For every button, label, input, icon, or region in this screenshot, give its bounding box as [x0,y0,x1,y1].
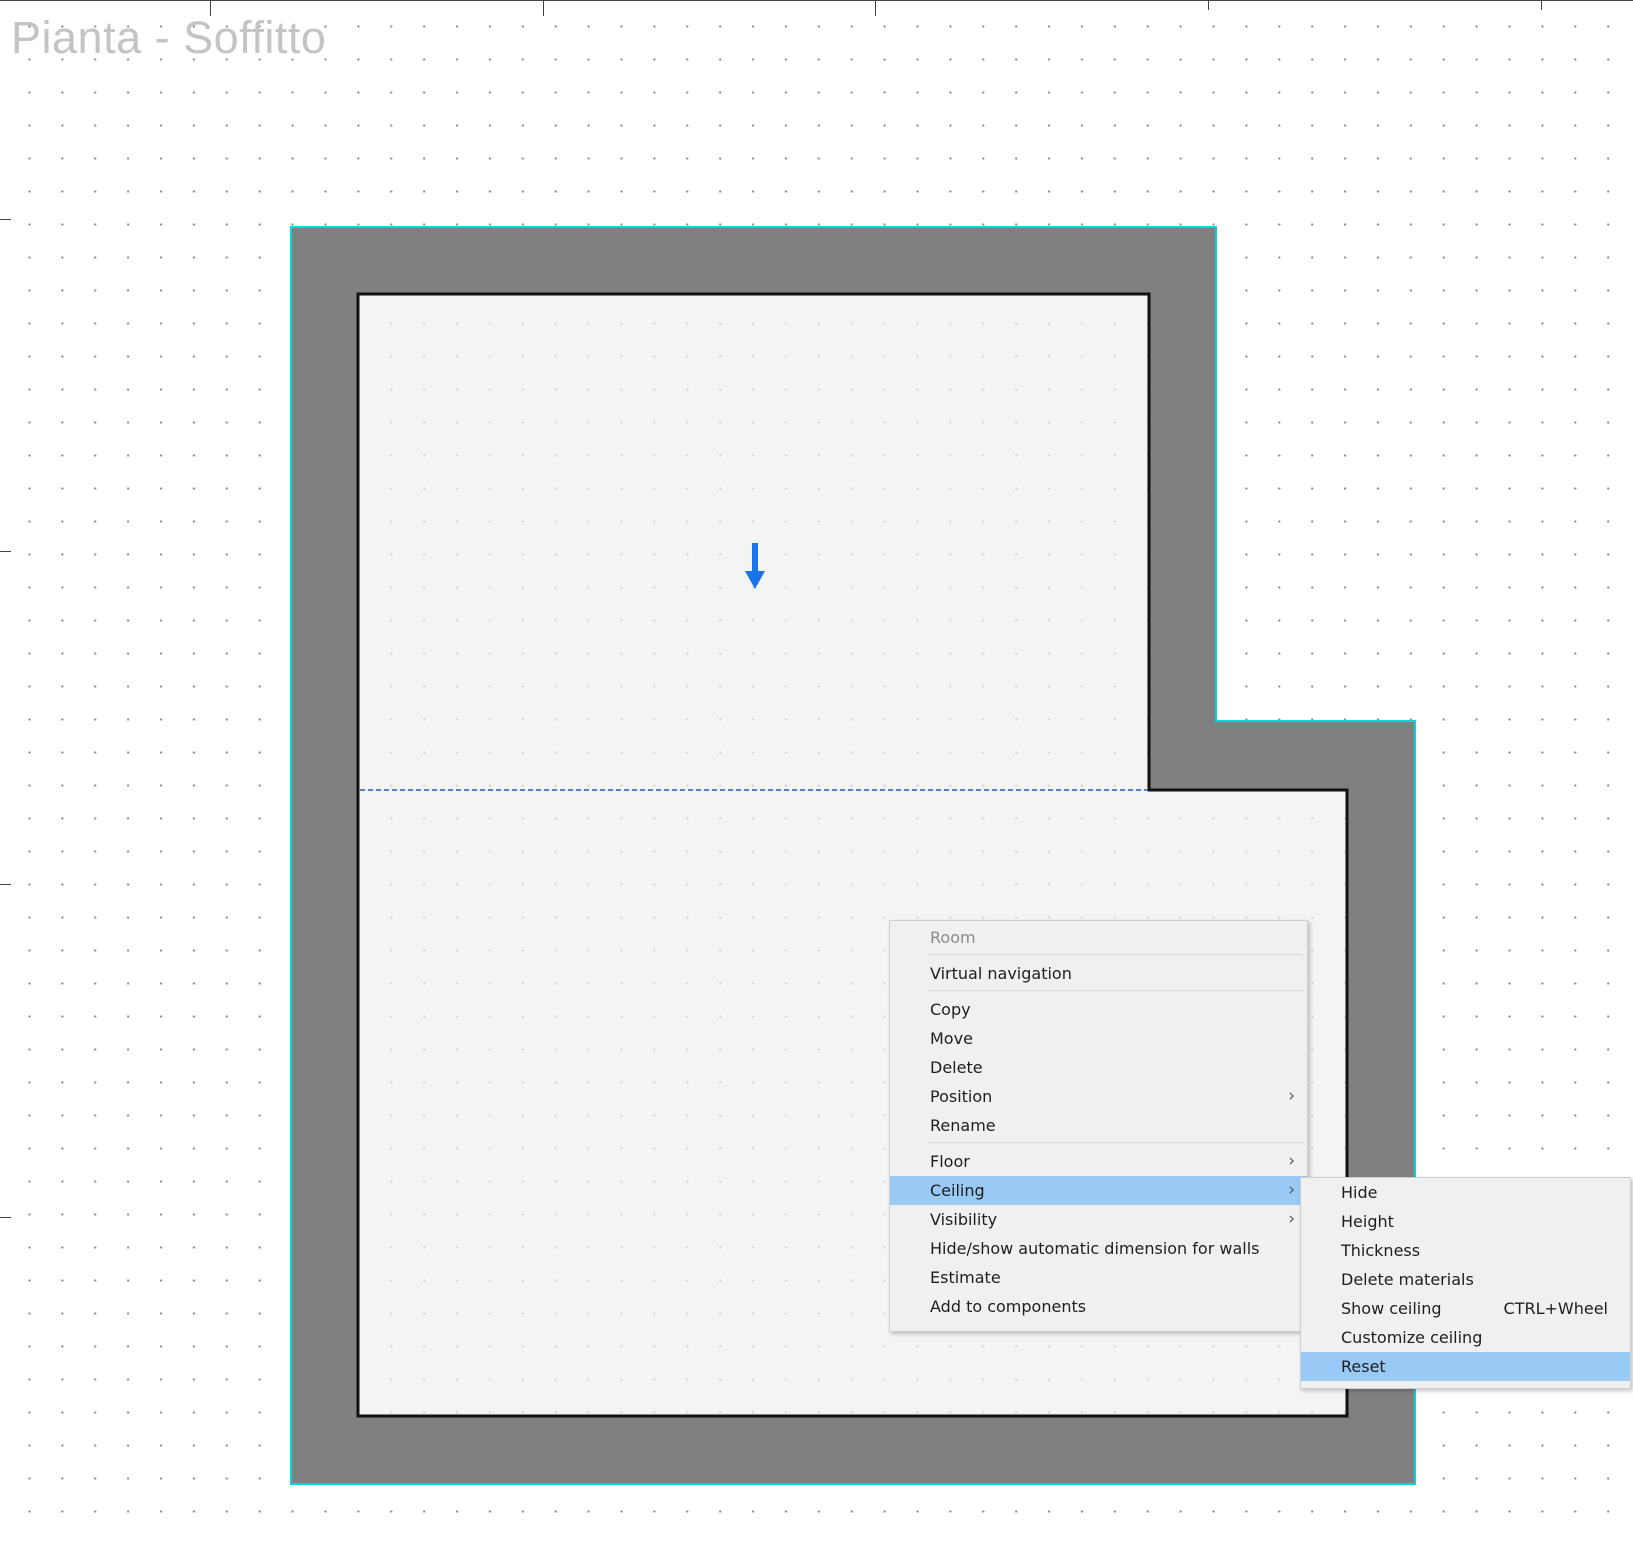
room-context-menu: Room Virtual navigation Copy Move Delete… [889,920,1308,1332]
menu-header-room: Room [930,928,976,947]
chevron-right-icon: › [1288,1180,1295,1200]
chevron-right-icon: › [1288,1209,1295,1229]
menu-separator [928,1142,1303,1143]
down-arrow-icon[interactable] [743,543,767,591]
menu-item-move[interactable]: Move [890,1024,1307,1053]
submenu-item-delete-materials[interactable]: Delete materials [1301,1265,1630,1294]
menu-item-estimate[interactable]: Estimate [890,1263,1307,1292]
submenu-item-hide[interactable]: Hide [1301,1178,1630,1207]
menu-item-copy[interactable]: Copy [890,995,1307,1024]
submenu-item-reset[interactable]: Reset [1301,1352,1630,1381]
menu-separator [928,954,1303,955]
submenu-item-thickness[interactable]: Thickness [1301,1236,1630,1265]
submenu-item-customize-ceiling[interactable]: Customize ceiling [1301,1323,1630,1352]
shortcut-label: CTRL+Wheel [1503,1299,1608,1318]
menu-item-delete[interactable]: Delete [890,1053,1307,1082]
menu-item-floor[interactable]: Floor › [890,1147,1307,1176]
menu-item-label: Show ceiling [1341,1299,1442,1318]
menu-item-label: Visibility [930,1210,998,1229]
chevron-right-icon: › [1288,1151,1295,1171]
menu-item-add-to-components[interactable]: Add to components [890,1292,1307,1321]
ceiling-submenu: Hide Height Thickness Delete materials S… [1300,1177,1631,1389]
menu-item-label: Ceiling [930,1181,985,1200]
menu-item-ceiling[interactable]: Ceiling › [890,1176,1307,1205]
chevron-right-icon: › [1288,1086,1295,1106]
menu-item-hide-show-dimension[interactable]: Hide/show automatic dimension for walls [890,1234,1307,1263]
menu-item-visibility[interactable]: Visibility › [890,1205,1307,1234]
menu-item-label: Position [930,1087,993,1106]
submenu-item-show-ceiling[interactable]: Show ceiling CTRL+Wheel [1301,1294,1630,1323]
submenu-item-height[interactable]: Height [1301,1207,1630,1236]
menu-item-virtual-navigation[interactable]: Virtual navigation [890,959,1307,988]
menu-item-position[interactable]: Position › [890,1082,1307,1111]
menu-item-rename[interactable]: Rename [890,1111,1307,1140]
menu-separator [928,990,1303,991]
menu-item-label: Floor [930,1152,970,1171]
